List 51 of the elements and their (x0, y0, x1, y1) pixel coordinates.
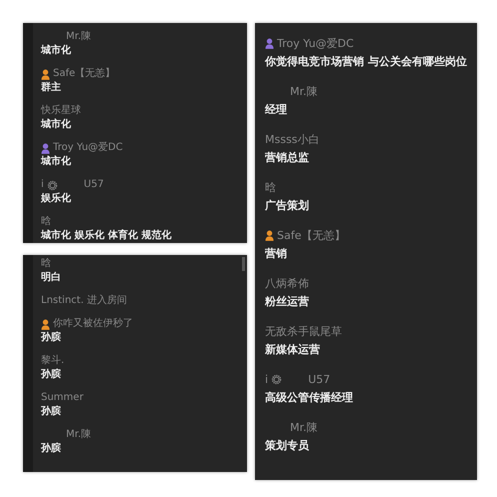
sender-name: Lnstinct. 进入房间 (41, 295, 127, 307)
message-text: 娱乐化 (41, 193, 72, 205)
message-text: 策划专员 (265, 438, 310, 453)
message-text: 新媒体运营 (265, 342, 321, 357)
message-text: 孙膑 (41, 369, 62, 381)
message-text: 群主 (41, 82, 62, 94)
message-text: 你觉得电竞市场营销 与公关会有哪些岗位 (265, 54, 467, 69)
sender-name: U57 (308, 372, 330, 387)
message-text: 高级公管传播经理 (265, 390, 354, 405)
sender-name: 黎斗. (41, 355, 64, 367)
message-text: 城市化 (41, 156, 72, 168)
sender-name: 八炳希佈 (265, 276, 309, 291)
user-icon (265, 230, 274, 241)
sender-name: i (265, 372, 268, 387)
message-text: 城市化 (41, 119, 72, 131)
message-text: 城市化 娱乐化 体育化 规范化 (41, 230, 172, 242)
sender-name: Mr.陳 (290, 84, 318, 99)
message-text: 营销 (265, 246, 288, 261)
sender-name: Safe【无恙】 (277, 228, 346, 243)
message-text: 孙膑 (41, 443, 62, 455)
sender-name: Troy Yu@爱DC (53, 142, 123, 154)
user-icon (265, 38, 274, 49)
sender-name: Mr.陳 (66, 31, 91, 43)
gear-icon (271, 374, 282, 385)
sender-name: Troy Yu@爱DC (277, 36, 354, 51)
sender-name: Mr.陳 (66, 429, 91, 441)
message-text: 经理 (265, 102, 288, 117)
sender-name: Mr.陳 (290, 420, 318, 435)
sender-name: 快乐星球 (41, 105, 81, 117)
user-icon (41, 142, 50, 154)
sender-name: 晗 (41, 216, 51, 228)
sender-name: 无敌杀手鼠尾草 (265, 324, 342, 339)
message-text: 孙膑 (41, 332, 62, 344)
sender-name: Summer (41, 392, 84, 404)
sender-name: 你咋又被佐伊秒了 (53, 318, 133, 330)
sender-name: Mssss小白 (265, 132, 320, 147)
message-text: 明白 (41, 272, 62, 284)
sender-name: i (41, 179, 44, 191)
scrollbar[interactable] (242, 257, 245, 271)
message-text: 孙膑 (41, 406, 62, 418)
sender-name: 晗 (41, 258, 51, 270)
sender-name: 晗 (265, 180, 276, 195)
message-text: 广告策划 (265, 198, 310, 213)
sender-name: Safe【无恙】 (53, 68, 116, 80)
gear-icon (46, 180, 58, 190)
user-icon (41, 318, 50, 330)
message-text: 城市化 (41, 45, 72, 57)
user-icon (41, 68, 50, 80)
message-text: 粉丝运营 (265, 294, 310, 309)
sender-name: U57 (84, 179, 104, 191)
message-text: 营销总监 (265, 150, 310, 165)
